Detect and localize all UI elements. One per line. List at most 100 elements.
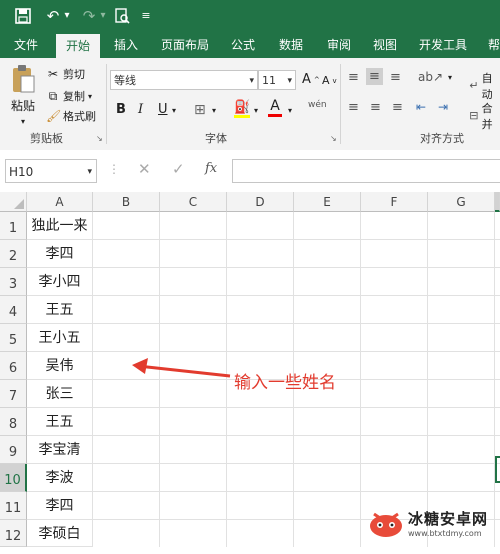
tab-page-layout[interactable]: 页面布局	[156, 32, 214, 58]
cell-a5[interactable]: 王小五	[27, 324, 93, 352]
select-all-corner[interactable]	[0, 192, 27, 212]
row-header[interactable]: 1	[0, 212, 27, 240]
decrease-indent-icon[interactable]: ⇤	[416, 100, 426, 114]
selected-cell-h10[interactable]	[495, 456, 500, 483]
row-header[interactable]: 2	[0, 240, 27, 268]
italic-button[interactable]: I	[138, 102, 143, 117]
phonetic-button[interactable]: wén	[308, 100, 327, 110]
orientation-dropdown-icon[interactable]: ▾	[448, 73, 452, 82]
chevron-down-icon: ▾	[249, 76, 254, 86]
cell-a6[interactable]: 吴伟	[27, 352, 93, 380]
decrease-font-button[interactable]: Av	[322, 74, 337, 87]
merge-center-button[interactable]: ⊟ 合并	[468, 100, 500, 132]
column-header-f[interactable]: F	[361, 192, 428, 212]
font-color-button[interactable]: A	[268, 98, 282, 117]
fill-dropdown-icon[interactable]: ▾	[254, 106, 258, 115]
insert-function-icon[interactable]: fx	[205, 161, 217, 176]
row-header[interactable]: 11	[0, 492, 27, 520]
customize-icon[interactable]: ≡	[140, 5, 152, 27]
font-name-select[interactable]: 等线 ▾	[110, 70, 258, 90]
format-painter-button[interactable]: 🖌 格式刷	[46, 108, 96, 124]
redo-icon[interactable]: ↷	[80, 5, 98, 27]
row-header[interactable]: 7	[0, 380, 27, 408]
cancel-icon[interactable]: ✕	[138, 160, 151, 178]
copy-icon: ⧉	[48, 89, 58, 103]
column-header-h[interactable]	[495, 192, 500, 212]
column-header-b[interactable]: B	[93, 192, 160, 212]
font-color-dropdown-icon[interactable]: ▾	[288, 106, 292, 115]
cell-a10[interactable]: 李波	[27, 464, 93, 492]
tab-review[interactable]: 审阅	[320, 32, 358, 58]
font-color-swatch	[268, 114, 282, 117]
column-header-e[interactable]: E	[294, 192, 361, 212]
cut-button[interactable]: ✂ 剪切	[46, 66, 85, 82]
cell-a1[interactable]: 独此一来	[27, 212, 93, 240]
tab-data[interactable]: 数据	[272, 32, 310, 58]
align-bottom-icon[interactable]: ≡	[390, 70, 401, 85]
tab-home[interactable]: 开始	[56, 32, 100, 58]
print-preview-icon[interactable]	[112, 5, 132, 27]
row-gridline	[93, 463, 500, 464]
formula-input[interactable]	[232, 159, 500, 183]
watermark-logo-icon	[370, 512, 402, 537]
row-header[interactable]: 4	[0, 296, 27, 324]
cell-a2[interactable]: 李四	[27, 240, 93, 268]
watermark-title: 冰糖安卓网	[408, 510, 489, 528]
borders-icon[interactable]: ⊞	[194, 102, 206, 118]
group-divider	[340, 64, 341, 144]
paste-dropdown-icon[interactable]: ▾	[21, 117, 25, 126]
row-header[interactable]: 3	[0, 268, 27, 296]
cell-a11[interactable]: 李四	[27, 492, 93, 520]
tab-formulas[interactable]: 公式	[224, 32, 262, 58]
column-header-g[interactable]: G	[428, 192, 495, 212]
wrap-text-button[interactable]: ↵ 自动	[468, 70, 500, 102]
redo-dropdown-icon[interactable]: ▾	[98, 5, 108, 27]
tab-help[interactable]: 帮	[484, 32, 500, 58]
row-header[interactable]: 12	[0, 520, 27, 547]
copy-dropdown-icon[interactable]: ▾	[88, 92, 92, 101]
bold-button[interactable]: B	[116, 102, 126, 117]
column-header-d[interactable]: D	[227, 192, 294, 212]
paste-button[interactable]: 粘贴 ▾	[8, 64, 38, 126]
borders-dropdown-icon[interactable]: ▾	[212, 106, 216, 115]
drag-handle-icon[interactable]: ⋮	[108, 162, 120, 176]
tab-file[interactable]: 文件	[6, 32, 46, 58]
orientation-icon[interactable]: ab↗	[418, 70, 443, 84]
align-middle-icon[interactable]: ≡	[366, 68, 383, 85]
row-header[interactable]: 6	[0, 352, 27, 380]
tab-insert[interactable]: 插入	[106, 32, 146, 58]
tab-developer[interactable]: 开发工具	[414, 32, 472, 58]
row-header[interactable]: 9	[0, 436, 27, 464]
cell-a9[interactable]: 李宝清	[27, 436, 93, 464]
underline-dropdown-icon[interactable]: ▾	[172, 106, 176, 115]
cell-a3[interactable]: 李小四	[27, 268, 93, 296]
row-header-selected[interactable]: 10	[0, 464, 27, 492]
column-header-c[interactable]: C	[160, 192, 227, 212]
tab-view[interactable]: 视图	[366, 32, 404, 58]
align-center-icon[interactable]: ≡	[370, 100, 381, 115]
undo-icon[interactable]: ↶	[44, 5, 62, 27]
cell-a12[interactable]: 李硕白	[27, 520, 93, 547]
align-left-icon[interactable]: ≡	[348, 100, 359, 115]
font-size-value: 11	[262, 74, 276, 87]
name-box[interactable]: H10 ▾	[5, 159, 97, 183]
save-icon[interactable]	[12, 5, 34, 27]
increase-font-button[interactable]: A ^	[302, 72, 320, 87]
column-header-a[interactable]: A	[27, 192, 93, 212]
fill-color-button[interactable]: ⛽	[234, 100, 250, 118]
clipboard-launcher-icon[interactable]: ↘	[96, 134, 103, 143]
cell-a7[interactable]: 张三	[27, 380, 93, 408]
increase-indent-icon[interactable]: ⇥	[438, 100, 448, 114]
align-top-icon[interactable]: ≡	[348, 70, 359, 85]
align-right-icon[interactable]: ≡	[392, 100, 403, 115]
underline-button[interactable]: U	[158, 102, 168, 117]
confirm-icon[interactable]: ✓	[172, 160, 185, 178]
cell-a8[interactable]: 王五	[27, 408, 93, 436]
copy-button[interactable]: ⧉ 复制 ▾	[46, 88, 92, 104]
row-header[interactable]: 5	[0, 324, 27, 352]
cell-a4[interactable]: 王五	[27, 296, 93, 324]
font-size-select[interactable]: 11 ▾	[258, 70, 296, 90]
font-launcher-icon[interactable]: ↘	[330, 134, 337, 143]
undo-dropdown-icon[interactable]: ▾	[62, 5, 72, 27]
row-header[interactable]: 8	[0, 408, 27, 436]
